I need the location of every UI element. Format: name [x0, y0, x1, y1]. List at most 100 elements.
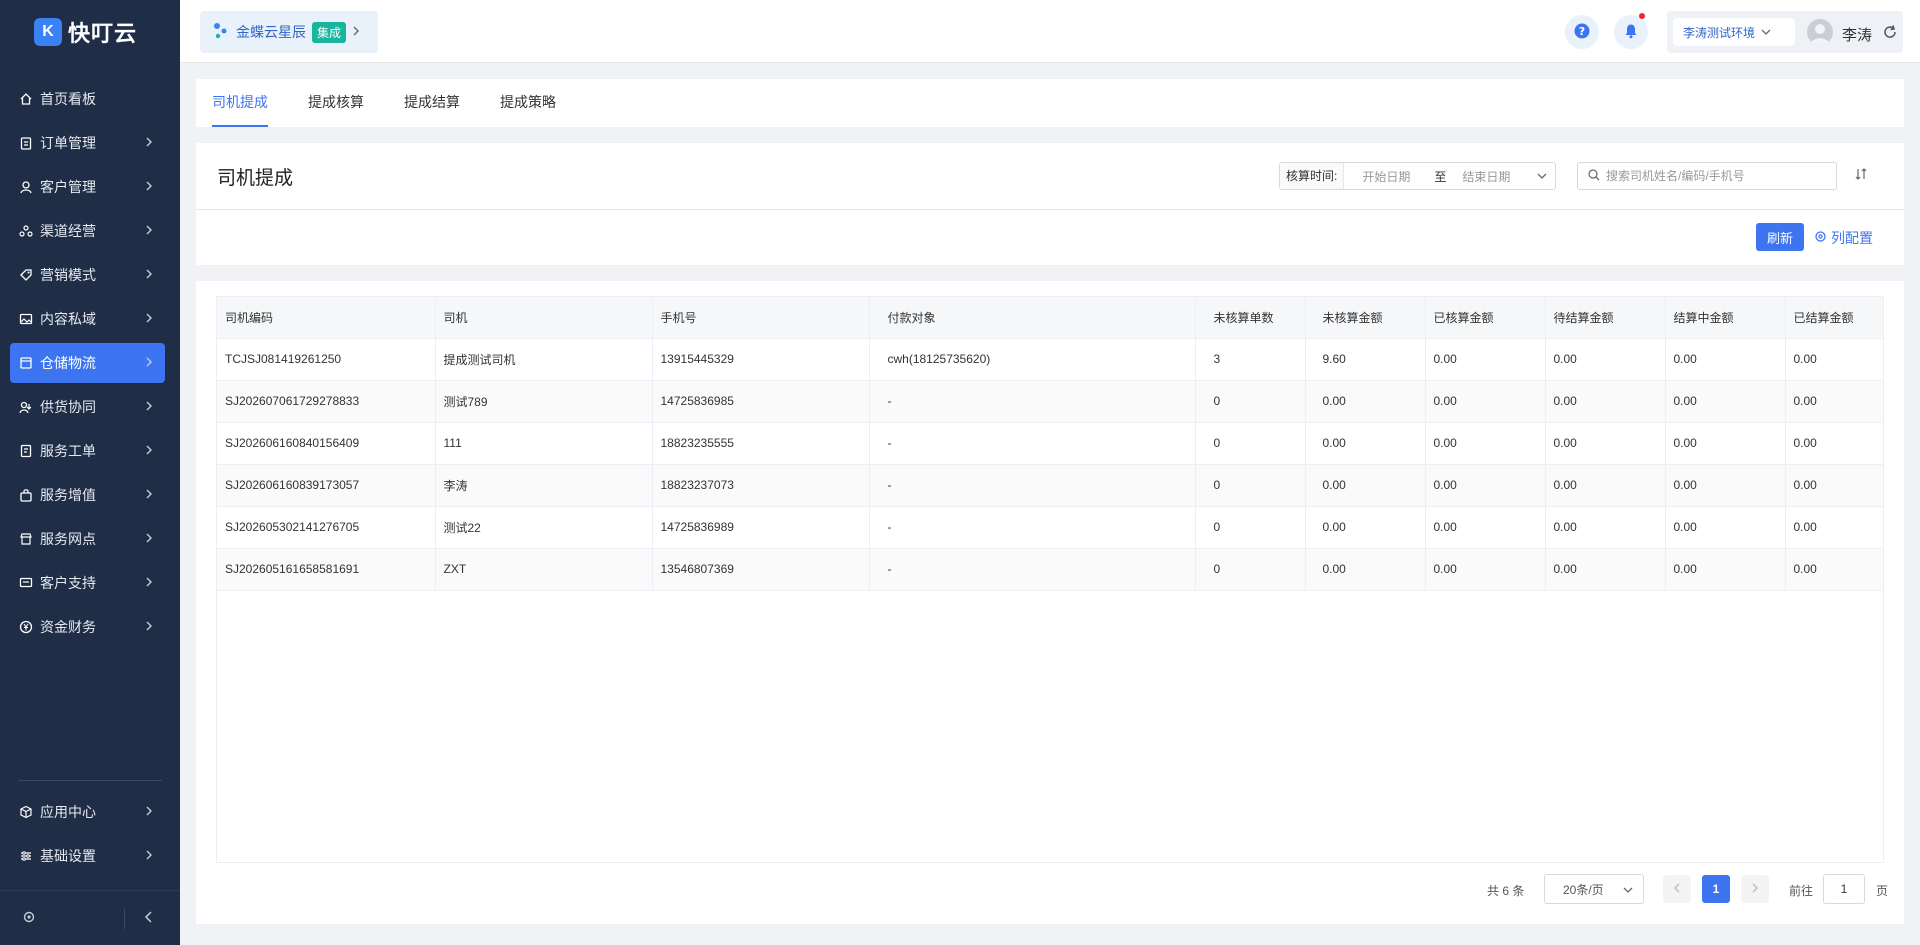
- table-cell: 0.00: [1305, 464, 1426, 507]
- table-cell: 0.00: [1545, 422, 1666, 465]
- refresh-icon[interactable]: [1882, 24, 1898, 43]
- user-name[interactable]: 李涛: [1842, 24, 1872, 45]
- cube-icon: [18, 804, 34, 820]
- column-header: 未核算金额: [1305, 297, 1426, 339]
- sidebar-nav: 首页看板 订单管理 客户管理 渠道经营 营销模式 内容私域 仓储物流 供货协同服务工单服务增值…: [0, 79, 180, 647]
- logo-mark-icon: K: [34, 17, 62, 46]
- page-number-current[interactable]: 1: [1702, 875, 1730, 903]
- tab-commission-strategy[interactable]: 提成策略: [500, 79, 556, 127]
- table-card: 司机编码 司机 手机号 付款对象 未核算单数 未核算金额 已核算金额 待结算金额 结算中金额 已结…: [196, 281, 1904, 924]
- table-cell: 0.00: [1305, 380, 1426, 423]
- sidebar-item-bottom-1[interactable]: 基础设置: [10, 836, 165, 876]
- chevron-right-icon: [145, 804, 153, 820]
- sidebar-item-bottom-0[interactable]: 应用中心: [10, 792, 165, 832]
- next-page-button[interactable]: [1741, 875, 1769, 903]
- sidebar-item-5[interactable]: 内容私域: [10, 299, 165, 339]
- sidebar-item-3[interactable]: 渠道经营: [10, 211, 165, 251]
- table-cell: -: [869, 548, 1196, 591]
- column-config-label: 列配置: [1831, 230, 1873, 246]
- environment-select[interactable]: 李涛测试环境: [1673, 18, 1795, 46]
- sidebar-item-11[interactable]: 客户支持: [10, 563, 165, 603]
- integration-name: 金蝶云星辰: [236, 24, 306, 40]
- date-range-picker[interactable]: 核算时间: 开始日期 至 结束日期: [1279, 162, 1556, 190]
- sidebar: K 快叮云 首页看板 订单管理 客户管理 渠道经营 营销模式 内容私域 仓储物流 供货协同服务…: [0, 0, 180, 945]
- table-cell: 0.00: [1665, 422, 1786, 465]
- table-cell: SJ202605302141276705: [217, 506, 436, 549]
- table-cell: 14725836989: [652, 506, 870, 549]
- date-start-field[interactable]: 开始日期: [1362, 168, 1422, 185]
- table-cell: ZXT: [435, 548, 653, 591]
- notification-dot: [1639, 13, 1645, 19]
- box-icon: [18, 355, 34, 371]
- table-cell: 0: [1195, 548, 1306, 591]
- sidebar-item-7[interactable]: 供货协同: [10, 387, 165, 427]
- sidebar-item-10[interactable]: 服务网点: [10, 519, 165, 559]
- yen-icon: [18, 619, 34, 635]
- table-cell: 0.00: [1665, 380, 1786, 423]
- integration-chip[interactable]: 金蝶云星辰 集成: [200, 11, 378, 53]
- sidebar-item-label: 服务工单: [40, 443, 96, 459]
- table-cell: 111: [435, 422, 653, 465]
- table-cell: 0: [1195, 506, 1306, 549]
- search-box[interactable]: [1577, 162, 1837, 190]
- gear-icon[interactable]: [22, 910, 36, 927]
- help-button[interactable]: ?: [1565, 15, 1599, 49]
- sidebar-bottom-nav: 应用中心基础设置: [0, 792, 180, 880]
- search-input[interactable]: [1606, 169, 1826, 183]
- table-cell: SJ202605161658581691: [217, 548, 436, 591]
- goto-page-input[interactable]: [1823, 874, 1865, 904]
- table-row[interactable]: SJ202605302141276705 测试22 14725836989-0 0.0…: [217, 506, 1883, 549]
- sidebar-item-1[interactable]: 订单管理: [10, 123, 165, 163]
- collapse-sidebar-icon[interactable]: [144, 910, 154, 927]
- refresh-button[interactable]: 刷新: [1756, 223, 1804, 251]
- tab-commission-settlement[interactable]: 提成结算: [404, 79, 460, 127]
- column-header: 待结算金额: [1545, 297, 1666, 339]
- table-row[interactable]: SJ202607061729278833 测试789 14725836985-0 0.…: [217, 380, 1883, 423]
- tab-driver-commission[interactable]: 司机提成: [212, 79, 268, 127]
- table-cell: 0.00: [1665, 548, 1786, 591]
- notifications-button[interactable]: [1614, 13, 1648, 49]
- sort-icon[interactable]: [1854, 167, 1868, 184]
- table-cell: 0.00: [1305, 548, 1426, 591]
- sidebar-item-2[interactable]: 客户管理: [10, 167, 165, 207]
- table-cell: 0.00: [1425, 464, 1546, 507]
- avatar[interactable]: [1807, 19, 1833, 45]
- table-cell: 0.00: [1785, 338, 1883, 381]
- sidebar-item-label: 基础设置: [40, 848, 96, 864]
- column-header: 手机号: [652, 297, 870, 339]
- table-row[interactable]: SJ202606160840156409 111 18823235555-0 0.00…: [217, 422, 1883, 465]
- brand-logo[interactable]: K 快叮云: [0, 0, 180, 63]
- sidebar-item-4[interactable]: 营销模式: [10, 255, 165, 295]
- table-row[interactable]: SJ202606160839173057 李涛 18823237073-0 0.00 0…: [217, 464, 1883, 507]
- page-size-select[interactable]: 20条/页: [1544, 874, 1644, 904]
- prev-page-button[interactable]: [1663, 875, 1691, 903]
- table-cell: 0.00: [1665, 464, 1786, 507]
- table-cell: 14725836985: [652, 380, 870, 423]
- sidebar-item-0[interactable]: 首页看板: [10, 79, 165, 119]
- brand-name: 快叮云: [68, 20, 138, 46]
- support-icon: [18, 575, 34, 591]
- tab-commission-accounting[interactable]: 提成核算: [308, 79, 364, 127]
- table-cell: 提成测试司机: [435, 338, 653, 381]
- sidebar-item-label: 服务网点: [40, 531, 96, 547]
- date-end-field[interactable]: 结束日期: [1462, 168, 1522, 185]
- integration-badge: 集成: [312, 21, 347, 43]
- sidebar-item-9[interactable]: 服务增值: [10, 475, 165, 515]
- chevron-right-icon: [145, 179, 153, 195]
- sidebar-item-label: 服务增值: [40, 487, 96, 503]
- sidebar-item-8[interactable]: 服务工单: [10, 431, 165, 471]
- table-cell: TCJSJ081419261250: [217, 338, 436, 381]
- page-size-label: 20条/页: [1563, 882, 1604, 897]
- table-cell: 0.00: [1305, 506, 1426, 549]
- search-icon: [1588, 168, 1600, 184]
- sidebar-item-6[interactable]: 仓储物流: [10, 343, 165, 383]
- table-cell: 测试789: [435, 380, 653, 423]
- table-row[interactable]: SJ202605161658581691 ZXT 13546807369-0 0.00…: [217, 548, 1883, 591]
- chevron-right-icon: [352, 25, 360, 40]
- table-cell: 13915445329: [652, 338, 870, 381]
- table-cell: 13546807369: [652, 548, 870, 591]
- table-row[interactable]: TCJSJ081419261250 提成测试司机 13915445329 cwh(18…: [217, 338, 1883, 381]
- table-cell: 0.00: [1785, 548, 1883, 591]
- column-config-button[interactable]: 列配置: [1814, 228, 1873, 248]
- sidebar-item-12[interactable]: 资金财务: [10, 607, 165, 647]
